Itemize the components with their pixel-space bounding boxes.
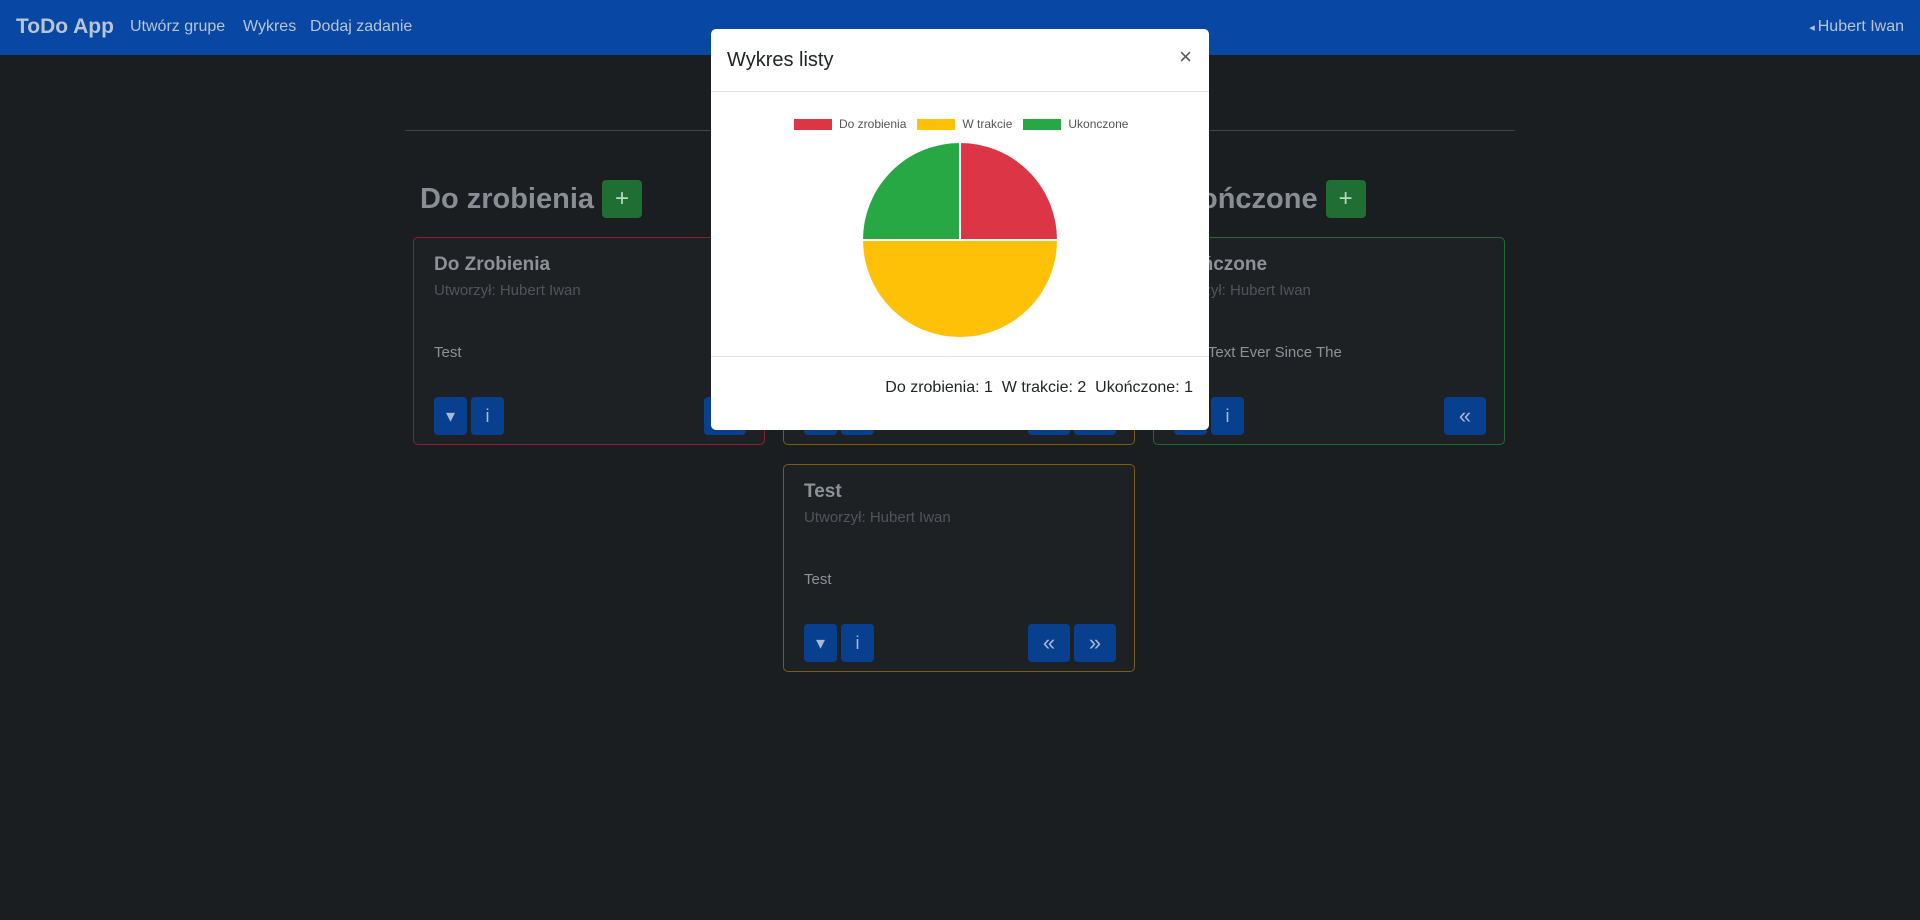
- dropdown-button[interactable]: ▾: [434, 397, 467, 435]
- close-button[interactable]: ×: [1179, 46, 1192, 68]
- info-button[interactable]: i: [471, 397, 504, 435]
- task-card-progress-2: Test Utworzył: Hubert Iwan Test ▾ i « »: [783, 464, 1135, 672]
- task-title: Do Zrobienia: [434, 254, 551, 275]
- add-task-button[interactable]: +: [602, 180, 643, 218]
- legend-item: Ukonczone: [1023, 117, 1128, 131]
- chevron-left-icon: ◂: [1809, 22, 1815, 34]
- info-icon: i: [485, 405, 490, 426]
- legend-swatch: [917, 118, 956, 130]
- column-title-todo: Do zrobienia: [420, 182, 595, 215]
- user-name: Hubert Iwan: [1817, 18, 1904, 35]
- legend-label: Do zrobienia: [839, 117, 907, 131]
- double-chevron-left-icon: «: [1042, 630, 1056, 655]
- double-chevron-left-icon: «: [1458, 403, 1472, 428]
- legend-swatch: [1023, 118, 1062, 130]
- legend-item: Do zrobienia: [794, 117, 906, 131]
- legend-label: Ukonczone: [1068, 117, 1129, 131]
- modal-title: Wykres listy: [727, 49, 834, 71]
- task-title: Test: [804, 481, 842, 502]
- legend-label: W trakcie: [962, 117, 1013, 131]
- info-button[interactable]: i: [841, 624, 874, 662]
- task-body: Test: [434, 344, 462, 361]
- brand[interactable]: ToDo App: [16, 15, 114, 39]
- column-heading-todo: Do zrobienia +: [420, 180, 643, 218]
- dropdown-button[interactable]: ▾: [804, 624, 837, 662]
- info-button[interactable]: i: [1211, 397, 1244, 435]
- status-summary: Do zrobienia: 1 W trakcie: 2 Ukończone: …: [885, 379, 1193, 396]
- legend-swatch: [794, 118, 832, 130]
- column-title-done: ończone: [1200, 182, 1318, 215]
- nav-add-task[interactable]: Dodaj zadanie: [310, 18, 412, 36]
- pie-chart: [860, 140, 1060, 339]
- add-task-button[interactable]: +: [1325, 180, 1366, 218]
- modal-footer: Do zrobienia: 1 W trakcie: 2 Ukończone: …: [711, 356, 1209, 431]
- pie-slice-2: [860, 239, 1060, 339]
- task-author: Utworzył: Hubert Iwan: [434, 282, 581, 299]
- nav-chart[interactable]: Wykres: [243, 18, 296, 36]
- legend-item: W trakcie: [917, 117, 1012, 131]
- column-heading-done: ończone +: [1200, 180, 1366, 218]
- chart-legend: Do zrobienia W trakcie Ukonczone: [794, 117, 1139, 131]
- modal-header: Wykres listy ×: [711, 29, 1209, 92]
- double-chevron-right-icon: »: [1088, 630, 1102, 655]
- forward-button[interactable]: »: [1074, 624, 1116, 662]
- pie-slice-3: [860, 140, 961, 241]
- info-icon: i: [855, 632, 860, 653]
- back-button[interactable]: «: [1028, 624, 1070, 662]
- chevron-down-icon: ▾: [445, 405, 456, 426]
- back-button[interactable]: «: [1444, 397, 1486, 435]
- nav-create-group[interactable]: Utwórz grupe: [130, 18, 225, 36]
- pie-slice-1: [959, 140, 1060, 241]
- user-menu[interactable]: ◂ Hubert Iwan: [1809, 18, 1904, 36]
- chevron-down-icon: ▾: [815, 632, 826, 653]
- chart-modal: Wykres listy × Do zrobienia W trakcie Uk…: [711, 29, 1209, 430]
- task-body: Test: [804, 571, 832, 588]
- task-author: Utworzył: Hubert Iwan: [804, 509, 951, 526]
- info-icon: i: [1225, 405, 1230, 426]
